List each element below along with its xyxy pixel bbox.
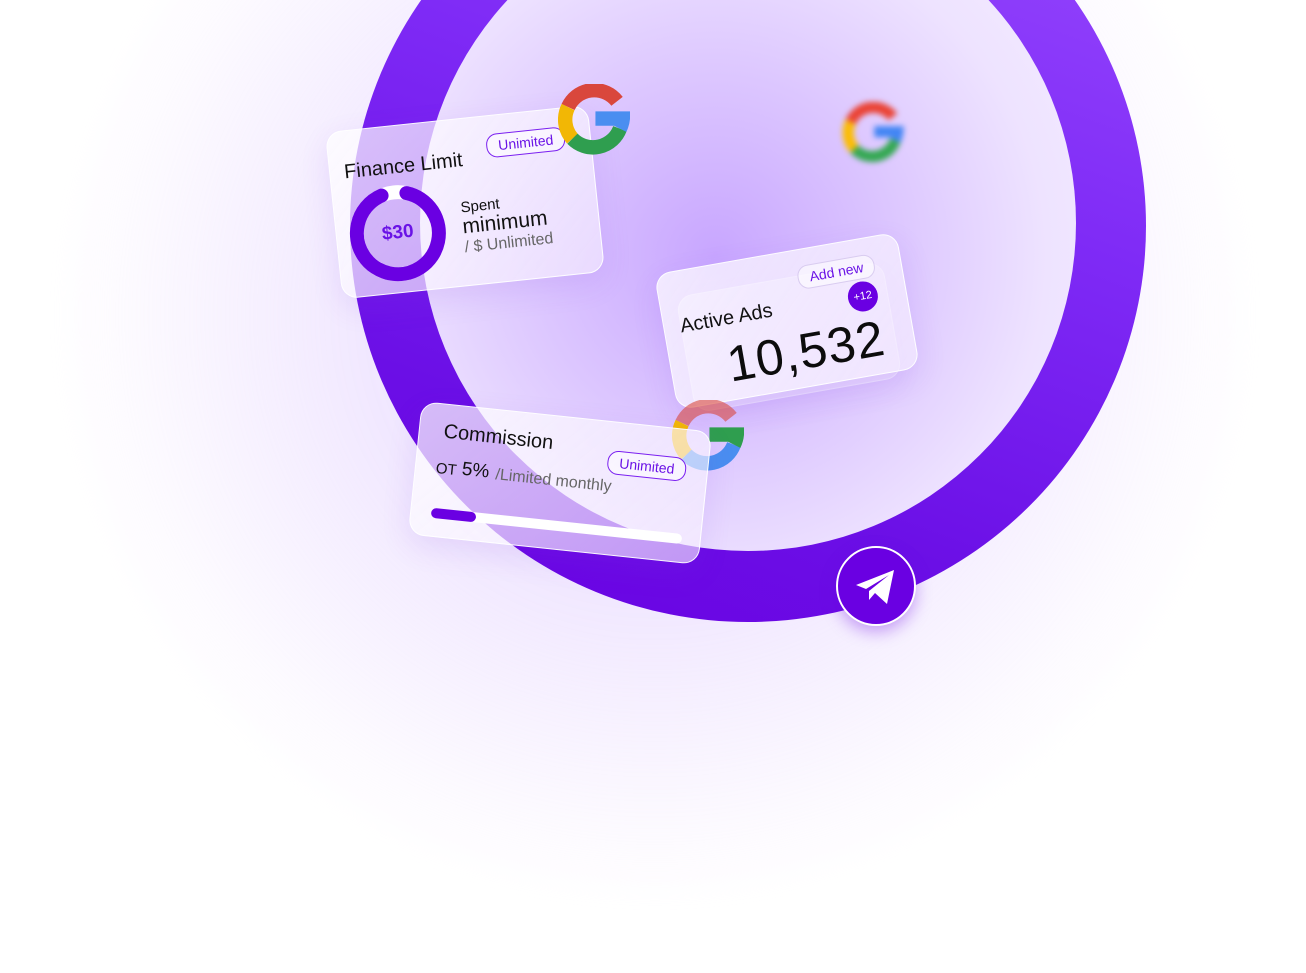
commission-progress-track [430,507,683,545]
commission-suffix: /Limited monthly [494,466,613,496]
google-g-icon [558,84,630,155]
google-g-icon [842,102,904,163]
commission-title: Commission [442,420,555,455]
hero-scene: Finance Limit Unimited $30 Spent minimum… [0,0,1306,973]
commission-unlimited-badge[interactable]: Unimited [606,449,688,483]
donut-value: $30 [380,220,415,245]
commission-percent: 5% [460,458,491,483]
commission-progress-fill [430,507,477,523]
finance-unlimited-badge[interactable]: Unimited [485,126,567,159]
telegram-button[interactable] [836,546,916,626]
commission-prefix: OT [434,459,458,480]
telegram-plane-icon [856,570,894,604]
finance-donut-chart: $30 [344,179,452,287]
finance-limit-title: Finance Limit [343,149,464,184]
